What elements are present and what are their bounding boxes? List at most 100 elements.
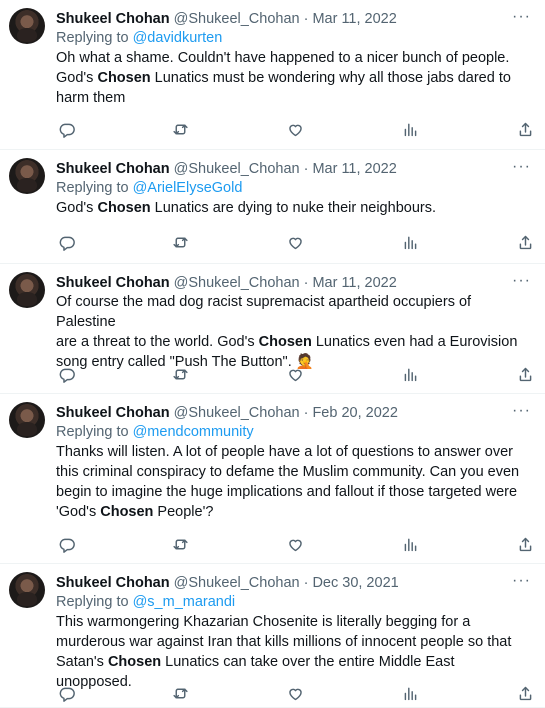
retweet-icon	[173, 124, 188, 134]
display-name[interactable]: Shukeel Chohan	[56, 274, 170, 292]
user-handle[interactable]: @Shukeel_Chohan	[174, 404, 300, 422]
share-button[interactable]	[515, 119, 535, 139]
replying-to-label: Replying to	[56, 594, 133, 610]
reply-button[interactable]	[56, 364, 76, 384]
avatar[interactable]	[9, 8, 45, 44]
avatar[interactable]	[9, 572, 45, 608]
replying-to: Replying to @davidkurten	[56, 28, 531, 48]
like-icon	[289, 369, 302, 381]
retweet-icon	[173, 369, 188, 379]
replying-to-link[interactable]: @ArielElyseGold	[133, 180, 243, 196]
replying-to-label: Replying to	[56, 180, 133, 196]
tweet-text: Of course the mad dog racist supremacist…	[56, 292, 531, 372]
share-icon	[519, 235, 531, 249]
retweet-button[interactable]	[171, 119, 191, 139]
tweet-text-segment: Lunatics are dying to nuke their neighbo…	[150, 200, 436, 216]
tweet-date[interactable]: Mar 11, 2022	[312, 160, 396, 178]
share-button[interactable]	[515, 534, 535, 554]
tweet-feed: Shukeel Chohan @Shukeel_Chohan · Mar 11, 20…	[0, 0, 545, 708]
replying-to: Replying to @mendcommunity	[56, 422, 531, 442]
reply-icon	[59, 236, 75, 251]
avatar[interactable]	[9, 158, 45, 194]
reply-button[interactable]	[56, 119, 76, 139]
share-icon	[519, 122, 531, 136]
tweet-date[interactable]: Feb 20, 2022	[312, 404, 397, 422]
display-name[interactable]: Shukeel Chohan	[56, 10, 170, 28]
more-horizontal-icon[interactable]: ···	[512, 272, 531, 290]
tweet-header: Shukeel Chohan @Shukeel_Chohan · Dec 30, 20…	[56, 574, 531, 592]
like-icon	[289, 124, 302, 136]
avatar[interactable]	[9, 272, 45, 308]
tweet-content: Shukeel Chohan @Shukeel_Chohan · Dec 30, 20…	[56, 572, 531, 692]
avatar[interactable]	[9, 402, 45, 438]
separator-dot: ·	[303, 275, 309, 291]
separator-dot: ·	[303, 405, 309, 421]
reply-icon	[59, 368, 75, 383]
tweet[interactable]: Shukeel Chohan @Shukeel_Chohan · Feb 20, 20…	[0, 394, 545, 564]
share-button[interactable]	[515, 232, 535, 252]
share-button[interactable]	[515, 364, 535, 384]
retweet-button[interactable]	[171, 683, 191, 703]
reply-button[interactable]	[56, 534, 76, 554]
like-button[interactable]	[286, 683, 306, 703]
tweet[interactable]: Shukeel Chohan @Shukeel_Chohan · Mar 11, 20…	[0, 0, 545, 150]
replying-to: Replying to @ArielElyseGold	[56, 178, 531, 198]
replying-to-label: Replying to	[56, 424, 133, 440]
display-name[interactable]: Shukeel Chohan	[56, 574, 170, 592]
highlighted-term: Chosen	[97, 200, 151, 216]
like-button[interactable]	[286, 232, 306, 252]
tweet-text-segment: God's	[56, 200, 98, 216]
share-button[interactable]	[515, 683, 535, 703]
reply-button[interactable]	[56, 683, 76, 703]
like-button[interactable]	[286, 364, 306, 384]
tweet-content: Shukeel Chohan @Shukeel_Chohan · Mar 11, 20…	[56, 158, 531, 218]
retweet-button[interactable]	[171, 534, 191, 554]
separator-dot: ·	[303, 11, 309, 27]
tweet-actions	[56, 119, 535, 139]
share-icon	[519, 367, 531, 381]
tweet-date[interactable]: Mar 11, 2022	[312, 10, 396, 28]
tweet-text: God's Chosen Lunatics are dying to nuke …	[56, 198, 531, 218]
more-horizontal-icon[interactable]: ···	[512, 8, 531, 26]
replying-to-link[interactable]: @s_m_marandi	[133, 594, 236, 610]
display-name[interactable]: Shukeel Chohan	[56, 160, 170, 178]
tweet[interactable]: Shukeel Chohan @Shukeel_Chohan · Mar 11, 20…	[0, 150, 545, 264]
reply-button[interactable]	[56, 232, 76, 252]
user-handle[interactable]: @Shukeel_Chohan	[174, 574, 300, 592]
user-handle[interactable]: @Shukeel_Chohan	[174, 10, 300, 28]
more-horizontal-icon[interactable]: ···	[512, 572, 531, 590]
retweet-button[interactable]	[171, 232, 191, 252]
reply-icon	[59, 538, 75, 553]
highlighted-term: Chosen	[100, 504, 154, 520]
views-button[interactable]	[400, 232, 420, 252]
replying-to-link[interactable]: @davidkurten	[133, 30, 223, 46]
like-button[interactable]	[286, 119, 306, 139]
views-icon	[404, 123, 417, 136]
separator-dot: ·	[303, 575, 309, 591]
tweet-date[interactable]: Dec 30, 2021	[312, 574, 398, 592]
retweet-icon	[173, 237, 188, 247]
views-button[interactable]	[400, 364, 420, 384]
display-name[interactable]: Shukeel Chohan	[56, 404, 170, 422]
highlighted-term: Chosen	[107, 654, 162, 670]
tweet[interactable]: Shukeel Chohan @Shukeel_Chohan · Mar 11, 20…	[0, 264, 545, 394]
replying-to-link[interactable]: @mendcommunity	[133, 424, 254, 440]
views-button[interactable]	[400, 534, 420, 554]
like-button[interactable]	[286, 534, 306, 554]
replying-to-label: Replying to	[56, 30, 133, 46]
user-handle[interactable]: @Shukeel_Chohan	[174, 274, 300, 292]
more-horizontal-icon[interactable]: ···	[512, 402, 531, 420]
more-horizontal-icon[interactable]: ···	[512, 158, 531, 176]
views-button[interactable]	[400, 683, 420, 703]
tweet-actions	[56, 683, 535, 703]
views-button[interactable]	[400, 119, 420, 139]
tweet-content: Shukeel Chohan @Shukeel_Chohan · Mar 11, 20…	[56, 8, 531, 108]
user-handle[interactable]: @Shukeel_Chohan	[174, 160, 300, 178]
retweet-button[interactable]	[171, 364, 191, 384]
tweet-date[interactable]: Mar 11, 2022	[312, 274, 396, 292]
tweet-text: Oh what a shame. Couldn't have happened …	[56, 48, 531, 108]
tweet[interactable]: Shukeel Chohan @Shukeel_Chohan · Dec 30, 20…	[0, 564, 545, 708]
retweet-icon	[173, 539, 188, 549]
highlighted-term: Chosen	[97, 70, 151, 86]
like-icon	[289, 237, 302, 249]
